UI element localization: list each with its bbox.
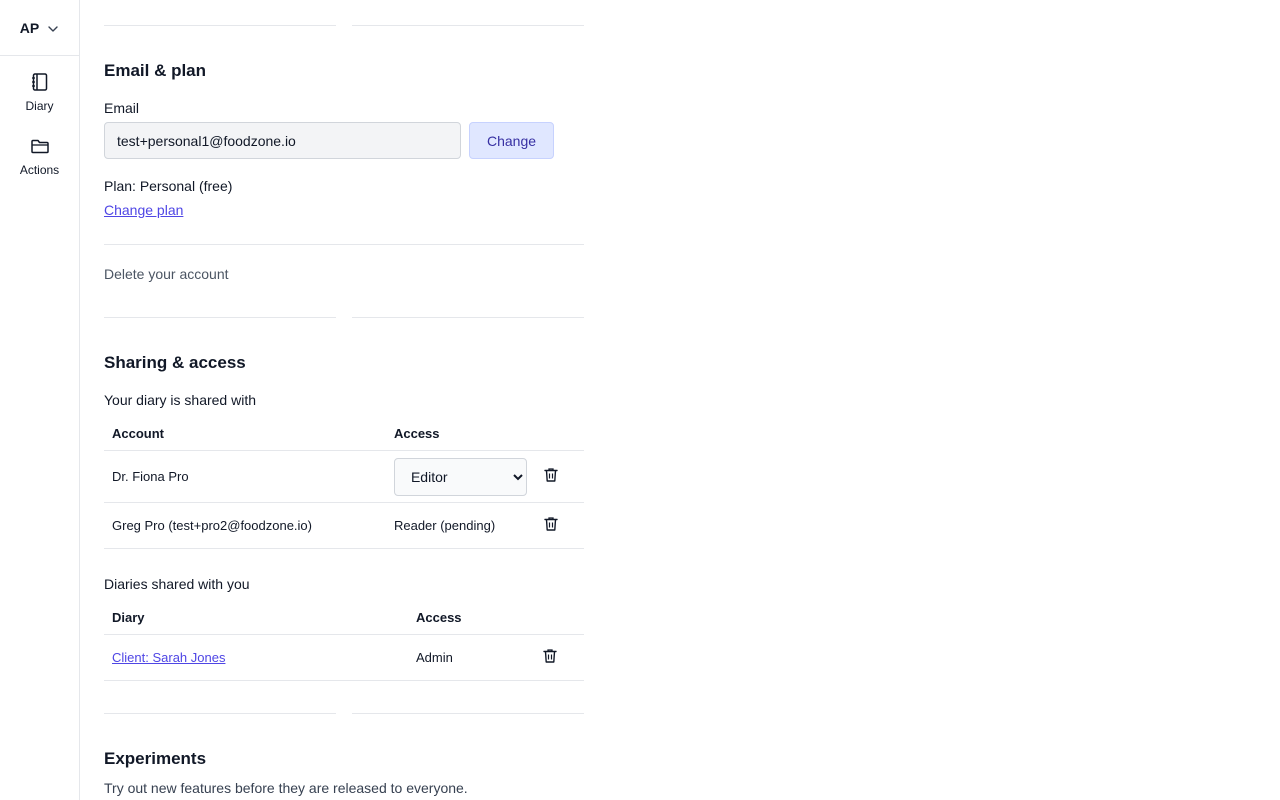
experiments-description: Try out new features before they are rel… [104,780,468,796]
change-plan-link[interactable]: Change plan [104,202,183,218]
table-row: Greg Pro (test+pro2@foodzone.io) Reader … [104,502,584,549]
sidebar-item-actions[interactable]: Actions [0,136,79,177]
shared-with-heading: Your diary is shared with [104,392,257,408]
plan-line: Plan: Personal (free) [104,178,232,194]
plan-value: Personal (free) [139,178,233,194]
account-name: Dr. Fiona Pro [104,450,386,503]
account-name: Greg Pro (test+pro2@foodzone.io) [104,502,386,549]
shared-with-table: Account Access Dr. Fiona Pro Admin Edito… [104,416,584,549]
user-initials: AP [19,19,40,36]
trash-icon[interactable] [543,467,559,483]
shared-with-you-heading: Diaries shared with you [104,576,250,592]
table-row: Client: Sarah Jones Admin [104,634,584,681]
section-divider [104,713,584,714]
trash-icon[interactable] [542,648,558,664]
sidebar: AP Diary Actions [0,0,80,800]
diary-link[interactable]: Client: Sarah Jones [112,650,225,665]
sharing-title: Sharing & access [104,353,246,372]
section-divider [104,317,584,318]
table-row: Dr. Fiona Pro Admin Editor Reader [104,450,584,503]
change-email-button[interactable]: Change [469,122,554,159]
delete-account-link[interactable]: Delete your account [104,266,229,282]
plan-label: Plan: [104,178,136,194]
notebook-icon [30,72,50,99]
access-select[interactable]: Admin Editor Reader [393,457,527,496]
access-value: Reader (pending) [385,502,535,549]
column-header-access: Access [408,600,534,635]
column-header-access: Access [385,416,535,451]
divider [104,244,584,245]
experiments-title: Experiments [104,749,207,768]
user-switcher[interactable]: AP [0,0,79,56]
section-divider [104,25,584,26]
sidebar-item-diary[interactable]: Diary [0,72,79,113]
sidebar-item-label: Actions [19,163,60,177]
column-header-account: Account [104,416,386,451]
sidebar-item-label: Diary [25,99,54,113]
chevron-down-icon [47,22,59,34]
trash-icon[interactable] [543,516,559,532]
email-label: Email [104,100,140,116]
column-header-diary: Diary [104,600,408,635]
email-field[interactable] [104,122,461,159]
email-plan-title: Email & plan [104,61,207,80]
folder-icon [30,136,50,163]
shared-with-you-table: Diary Access Client: Sarah Jones Admin [104,600,584,681]
access-value: Admin [408,634,534,681]
